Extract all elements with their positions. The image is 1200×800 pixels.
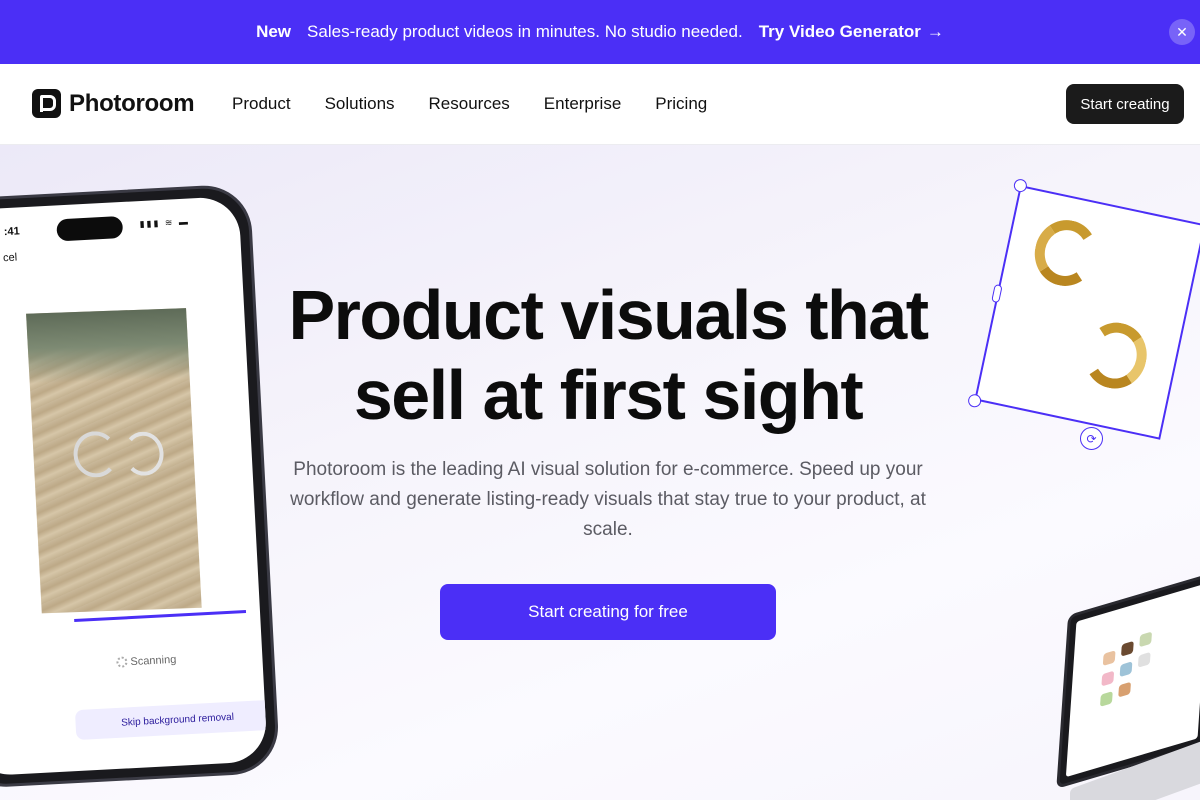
selection-handle-top-left[interactable] bbox=[1012, 177, 1029, 194]
status-bar-icons: ▮▮▮ ≋ ▬ bbox=[139, 216, 191, 230]
earring-right bbox=[122, 431, 165, 477]
gold-earring-bottom bbox=[1078, 316, 1153, 395]
preview-thumbnail bbox=[1118, 681, 1132, 698]
announcement-banner: New Sales-ready product videos in minute… bbox=[0, 0, 1200, 64]
spinner-icon bbox=[116, 656, 128, 668]
earrings-selection-card bbox=[966, 177, 1200, 440]
earrings-photo bbox=[26, 308, 202, 614]
preview-thumbnail bbox=[1101, 670, 1115, 687]
headline-line-1: Product visuals that bbox=[288, 276, 929, 354]
banner-link-label: Try Video Generator bbox=[758, 22, 921, 41]
hero-section: :41 ▮▮▮ ≋ ▬ cel Scanning Skip background… bbox=[0, 145, 1200, 800]
try-video-generator-link[interactable]: Try Video Generator → bbox=[759, 22, 944, 42]
nav-item-product[interactable]: Product bbox=[232, 94, 291, 114]
preview-thumbnail bbox=[1139, 631, 1153, 648]
skip-background-removal-button: Skip background removal bbox=[74, 699, 268, 741]
nav-item-solutions[interactable]: Solutions bbox=[325, 94, 395, 114]
preview-thumbnail bbox=[1120, 640, 1134, 657]
logo-text: Photoroom bbox=[69, 89, 195, 117]
arrow-right-icon: → bbox=[926, 22, 944, 41]
nav-menu: Product Solutions Resources Enterprise P… bbox=[232, 94, 707, 114]
photoroom-logo[interactable]: Photoroom bbox=[32, 89, 195, 118]
preview-thumbnail bbox=[1102, 650, 1116, 667]
rotate-icon[interactable]: ⟳ bbox=[1080, 427, 1103, 450]
hero-subtitle: Photoroom is the leading AI visual solut… bbox=[290, 459, 926, 540]
close-icon[interactable]: ✕ bbox=[1169, 19, 1195, 45]
earring-left bbox=[72, 430, 119, 479]
phone-time: :41 bbox=[3, 225, 20, 239]
top-navigation: Photoroom Product Solutions Resources En… bbox=[0, 64, 1200, 145]
preview-thumbnail bbox=[1099, 691, 1113, 707]
nav-item-pricing[interactable]: Pricing bbox=[655, 94, 707, 114]
gold-earring-top bbox=[1028, 214, 1104, 292]
banner-message: Sales-ready product videos in minutes. N… bbox=[307, 22, 743, 41]
nav-item-enterprise[interactable]: Enterprise bbox=[544, 94, 621, 114]
phone-screen: :41 ▮▮▮ ≋ ▬ cel Scanning Skip background… bbox=[0, 195, 268, 777]
phone-cancel-label: cel bbox=[2, 251, 18, 265]
laptop-mockup bbox=[1056, 571, 1200, 800]
logo-mark-icon bbox=[32, 89, 61, 118]
banner-new-tag: New bbox=[256, 22, 292, 41]
nav-item-resources[interactable]: Resources bbox=[429, 94, 510, 114]
selection-handle-mid-left[interactable] bbox=[991, 283, 1003, 304]
selection-handle-bottom-left[interactable] bbox=[966, 393, 983, 409]
phone-notch bbox=[56, 215, 124, 242]
start-creating-for-free-button[interactable]: Start creating for free bbox=[440, 584, 776, 640]
phone-mockup: :41 ▮▮▮ ≋ ▬ cel Scanning Skip background… bbox=[0, 183, 281, 790]
preview-thumbnail bbox=[1137, 651, 1151, 668]
preview-thumbnail bbox=[1119, 661, 1133, 678]
scan-line bbox=[74, 610, 247, 623]
hero-headline: Product visuals that sell at first sight bbox=[250, 275, 966, 435]
scanning-label: Scanning bbox=[130, 653, 177, 669]
start-creating-button[interactable]: Start creating bbox=[1066, 84, 1184, 124]
headline-line-2: sell at first sight bbox=[353, 356, 864, 434]
